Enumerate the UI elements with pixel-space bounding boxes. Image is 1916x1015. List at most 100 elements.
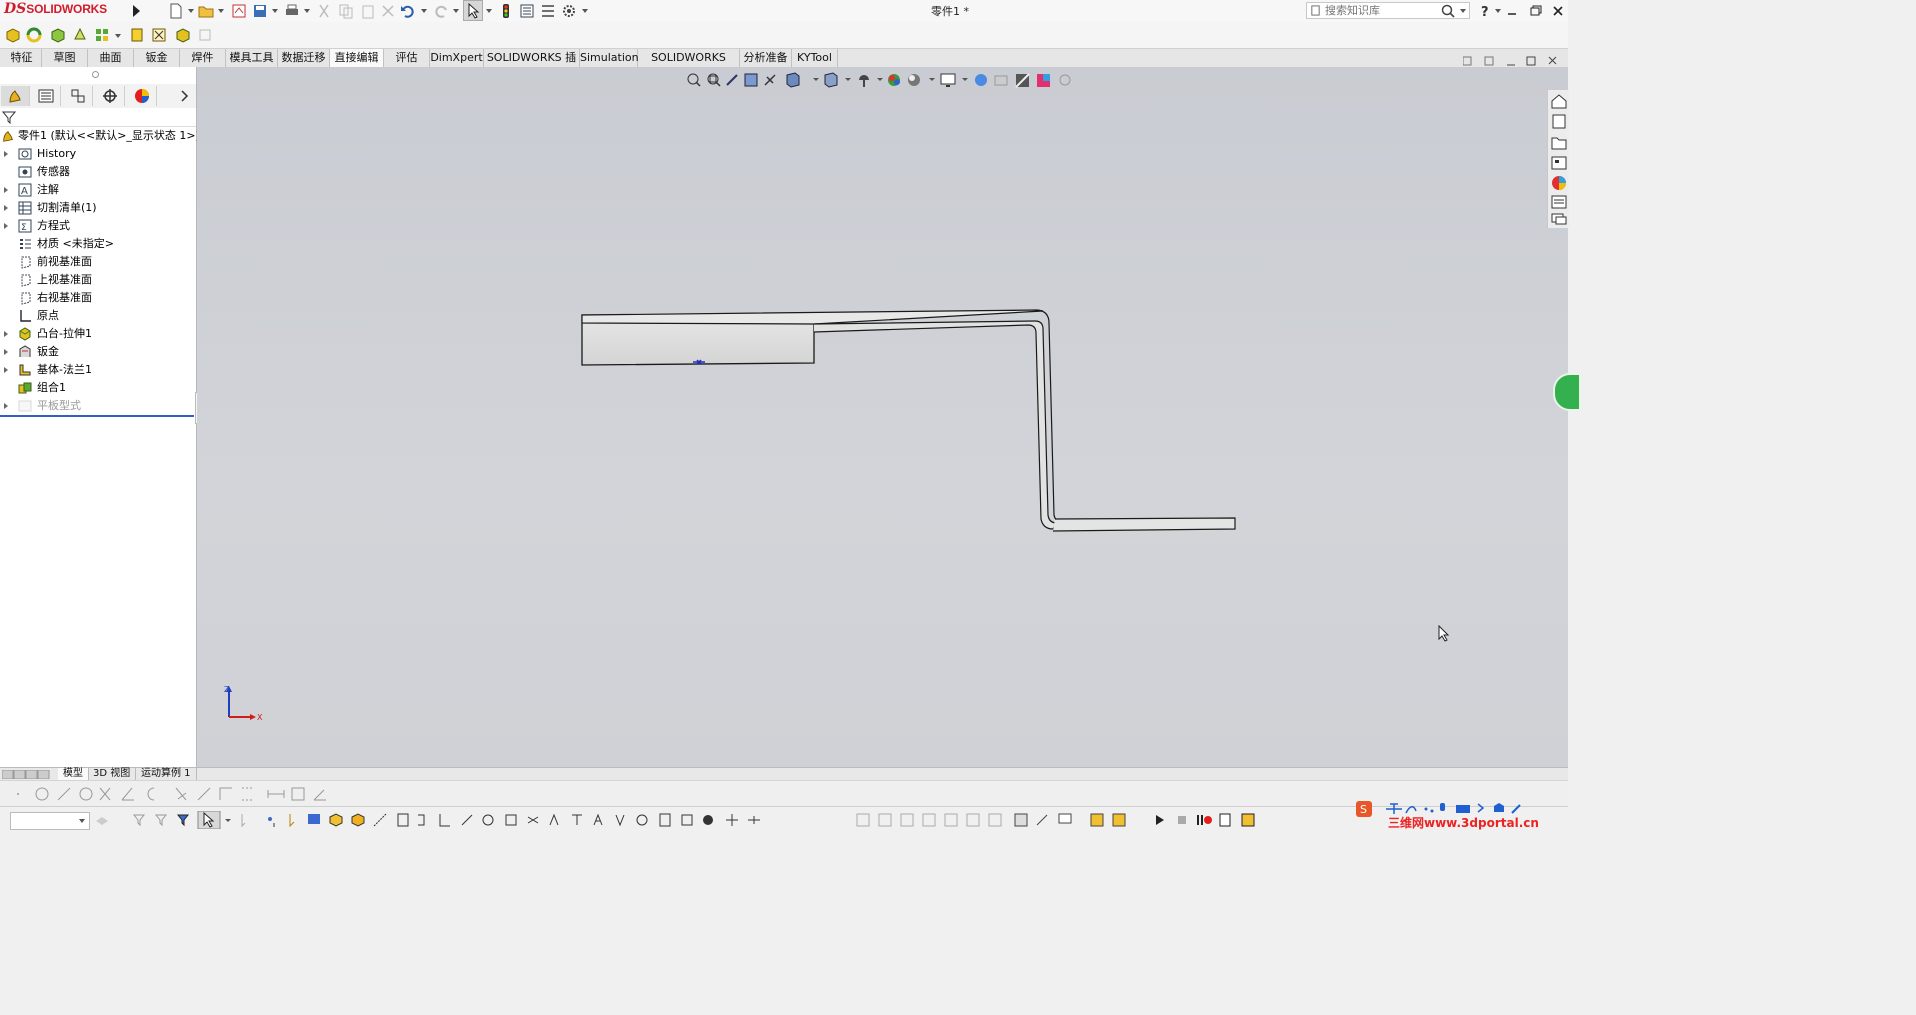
curves-icon[interactable] [151, 27, 167, 43]
tree-root-part[interactable]: 零件1 (默认<<默认>_显示状态 1>) [0, 127, 200, 145]
chevron-right-icon[interactable] [180, 90, 190, 102]
instant3d-icon[interactable] [175, 27, 191, 43]
open-folder-icon[interactable] [198, 3, 214, 19]
lofted-boss-icon[interactable] [72, 27, 88, 43]
close-icon[interactable] [1550, 3, 1566, 19]
expand-arrow-icon[interactable] [4, 187, 8, 193]
file-properties-icon[interactable] [519, 3, 535, 19]
make-drawing-icon[interactable] [231, 3, 247, 19]
chevron-down-icon[interactable] [115, 34, 121, 38]
tree-item[interactable]: A 注解 [0, 181, 196, 199]
selection-filter-toolbar[interactable] [130, 811, 840, 829]
layer-dropdown[interactable] [10, 812, 90, 830]
chevron-down-icon[interactable] [582, 9, 588, 13]
macro-toolbar[interactable] [1150, 811, 1260, 829]
command-tab[interactable]: 评估 [384, 49, 430, 67]
chevron-down-icon[interactable] [272, 9, 278, 13]
command-tab[interactable]: 焊件 [180, 49, 226, 67]
rollback-bar[interactable] [0, 415, 194, 417]
command-tab[interactable]: 特征 [2, 49, 42, 67]
sheet-metal-part-model[interactable] [577, 307, 1242, 537]
command-tab[interactable]: 草图 [42, 49, 88, 67]
undo-icon[interactable] [400, 3, 416, 19]
cut-icon[interactable] [316, 3, 332, 19]
search-box[interactable] [1306, 2, 1470, 19]
panel-splitter-handle[interactable] [92, 71, 99, 78]
expand-arrow-icon[interactable] [4, 349, 8, 355]
tree-item[interactable]: 平板型式 [0, 397, 196, 415]
gear-icon[interactable] [561, 3, 577, 19]
command-tab[interactable]: 曲面 [88, 49, 134, 67]
command-tab[interactable]: 钣金 [134, 49, 180, 67]
tree-item[interactable]: 上视基准面 [0, 271, 196, 289]
expand-arrow-icon[interactable] [4, 331, 8, 337]
filter-icon[interactable] [2, 110, 16, 124]
chevron-down-icon[interactable] [304, 9, 310, 13]
command-tab[interactable]: SOLIDWORKS 插件 [484, 49, 580, 81]
tree-item[interactable]: 材质 <未指定> [0, 235, 196, 253]
print-icon[interactable] [284, 3, 300, 19]
chevron-down-icon[interactable] [486, 9, 492, 13]
minimize-icon[interactable] [1504, 3, 1520, 19]
command-tab[interactable]: 数据迁移 [278, 49, 330, 67]
list-options-icon[interactable] [540, 3, 556, 19]
command-tab[interactable]: KYTool [792, 49, 838, 67]
search-input[interactable] [1325, 3, 1445, 18]
tree-item[interactable]: History [0, 145, 196, 163]
tree-item[interactable]: 凸台-拉伸1 [0, 325, 196, 343]
extruded-boss-icon[interactable] [5, 27, 21, 43]
command-tab[interactable]: 直接编辑 [330, 49, 384, 67]
view-tools-toolbar[interactable] [855, 811, 1140, 829]
chevron-down-icon[interactable] [188, 9, 194, 13]
select-button[interactable] [463, 0, 483, 21]
heads-up-view-toolbar[interactable] [683, 71, 1073, 89]
delete-icon[interactable] [380, 3, 396, 19]
command-tab[interactable]: 模具工具 [226, 49, 278, 67]
command-tab[interactable]: Simulation [580, 49, 639, 67]
chevron-down-icon[interactable] [421, 9, 427, 13]
command-tab[interactable]: DimXpert [430, 49, 484, 67]
swept-boss-icon[interactable] [50, 27, 66, 43]
chevron-down-icon[interactable] [1460, 9, 1466, 13]
graphics-area[interactable]: Z X [197, 56, 1581, 767]
tree-item[interactable]: 组合1 [0, 379, 196, 397]
chevron-down-icon[interactable] [453, 9, 459, 13]
dimxpert-manager-tab[interactable] [96, 86, 125, 106]
tab-scroll-arrows[interactable] [2, 770, 52, 779]
expand-arrow-icon[interactable] [4, 151, 8, 157]
property-manager-tab[interactable] [32, 86, 61, 106]
tree-item[interactable]: 基体-法兰1 [0, 361, 196, 379]
restore-icon[interactable] [1528, 3, 1544, 19]
linear-pattern-icon[interactable] [95, 27, 111, 43]
tree-item[interactable]: 右视基准面 [0, 289, 196, 307]
floating-assistant-button[interactable] [1553, 373, 1581, 411]
expand-arrow-icon[interactable] [4, 223, 8, 229]
revolved-boss-icon[interactable] [26, 27, 42, 43]
tree-item[interactable]: 原点 [0, 307, 196, 325]
tree-filter-row[interactable] [0, 108, 196, 127]
sketch-tools-group[interactable] [8, 785, 333, 803]
help-icon[interactable]: ? [1477, 3, 1493, 19]
paste-icon[interactable] [360, 3, 376, 19]
reference-geometry-icon[interactable] [130, 27, 146, 43]
copy-icon[interactable] [338, 3, 354, 19]
expand-menu-icon[interactable] [128, 3, 144, 19]
command-tab[interactable]: 分析准备 [740, 49, 792, 67]
configuration-manager-tab[interactable] [64, 86, 93, 106]
new-document-icon[interactable] [168, 3, 184, 19]
expand-arrow-icon[interactable] [4, 205, 8, 211]
tree-item[interactable]: 前视基准面 [0, 253, 196, 271]
expand-arrow-icon[interactable] [4, 367, 8, 373]
search-icon[interactable] [1441, 4, 1455, 18]
tree-item[interactable]: 钣金 [0, 343, 196, 361]
chevron-down-icon[interactable] [218, 9, 224, 13]
redo-icon[interactable] [433, 3, 449, 19]
task-pane-icons[interactable] [1551, 93, 1567, 225]
viewport-window-controls[interactable] [1463, 55, 1563, 69]
rebuild-icon[interactable] [498, 3, 514, 19]
command-tab[interactable]: SOLIDWORKS MBD [638, 49, 740, 81]
save-icon[interactable] [252, 3, 268, 19]
tree-item[interactable]: Σ 方程式 [0, 217, 196, 235]
expand-arrow-icon[interactable] [4, 403, 8, 409]
tree-item[interactable]: 切割清单(1) [0, 199, 196, 217]
